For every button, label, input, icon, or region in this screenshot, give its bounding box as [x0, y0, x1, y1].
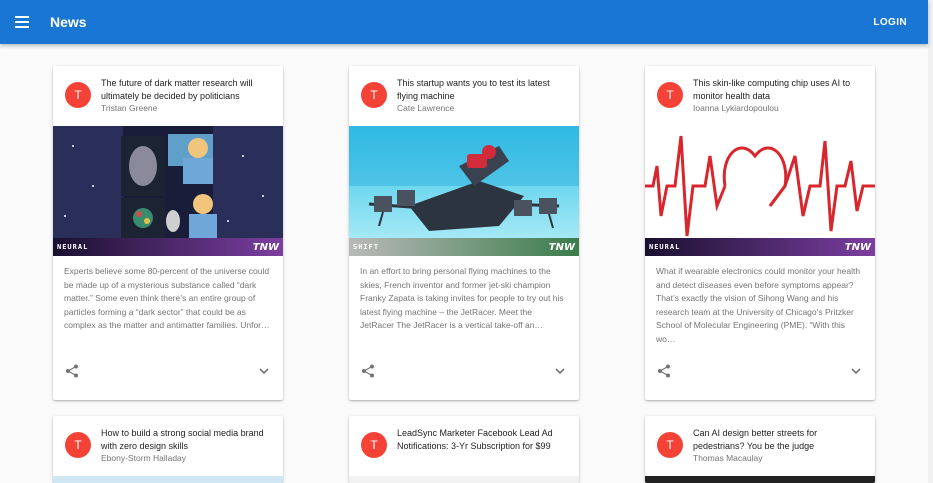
dark-matter-image	[53, 126, 283, 256]
card-image[interactable]: NEURAL TNW	[645, 126, 875, 256]
menu-icon	[15, 16, 29, 28]
app-title: News	[50, 14, 87, 30]
brand-bar: SHIFT TNW	[349, 238, 579, 256]
avatar: T	[361, 432, 387, 458]
heartbeat-image	[645, 126, 875, 256]
share-icon[interactable]	[361, 364, 375, 378]
card-excerpt: What if wearable electronics could monit…	[656, 266, 861, 344]
tnw-logo: TNW	[844, 241, 871, 253]
card-author: Cate Lawrence	[397, 103, 455, 113]
card-image[interactable]: SHIFT TNW	[349, 126, 579, 256]
card-header: T How to build a strong social media bra…	[53, 416, 283, 476]
news-card[interactable]: T Can AI design better streets for pedes…	[645, 416, 875, 483]
card-title[interactable]: LeadSync Marketer Facebook Lead Ad Notif…	[397, 427, 573, 453]
card-title[interactable]: How to build a strong social media brand…	[101, 427, 277, 453]
login-button[interactable]: LOGIN	[873, 17, 907, 28]
menu-button[interactable]	[0, 0, 44, 44]
card-header: T Can AI design better streets for pedes…	[645, 416, 875, 476]
chevron-down-icon[interactable]	[553, 364, 567, 378]
avatar: T	[65, 432, 91, 458]
card-author: Tristan Greene	[101, 103, 158, 113]
brand-left: SHIFT	[353, 243, 380, 251]
brand-left: NEURAL	[57, 243, 89, 251]
avatar: T	[657, 82, 683, 108]
share-icon[interactable]	[657, 364, 671, 378]
card-author: Ioanna Lykiardopoulou	[693, 103, 779, 113]
card-author: Thomas Macaulay	[693, 453, 763, 463]
card-image[interactable]	[53, 476, 283, 483]
news-card[interactable]: T This startup wants you to test its lat…	[349, 66, 579, 400]
card-actions	[349, 356, 579, 388]
tnw-logo: TNW	[548, 241, 575, 253]
news-card[interactable]: T How to build a strong social media bra…	[53, 416, 283, 483]
card-excerpt: In an effort to bring personal flying ma…	[360, 266, 564, 331]
news-card[interactable]: T This skin-like computing chip uses AI …	[645, 66, 875, 400]
card-title[interactable]: Can AI design better streets for pedestr…	[693, 427, 869, 453]
card-author: Ebony-Storm Halladay	[101, 453, 187, 463]
chevron-down-icon[interactable]	[849, 364, 863, 378]
card-image[interactable]: NEURAL TNW	[53, 126, 283, 256]
card-title[interactable]: This startup wants you to test its lates…	[397, 77, 573, 103]
card-image[interactable]	[349, 476, 579, 483]
card-header: T LeadSync Marketer Facebook Lead Ad Not…	[349, 416, 579, 476]
brand-bar: NEURAL TNW	[645, 238, 875, 256]
card-title[interactable]: The future of dark matter research will …	[101, 77, 277, 103]
brand-bar: NEURAL TNW	[53, 238, 283, 256]
avatar: T	[65, 82, 91, 108]
news-card[interactable]: T LeadSync Marketer Facebook Lead Ad Not…	[349, 416, 579, 483]
card-excerpt: Experts believe some 80-percent of the u…	[64, 266, 270, 331]
scrollbar[interactable]	[928, 0, 933, 483]
card-header: T This skin-like computing chip uses AI …	[645, 66, 875, 126]
avatar: T	[361, 82, 387, 108]
card-actions	[645, 356, 875, 388]
jetracer-image	[349, 126, 579, 256]
avatar: T	[657, 432, 683, 458]
card-header: T This startup wants you to test its lat…	[349, 66, 579, 126]
app-bar: News LOGIN	[0, 0, 928, 44]
tnw-logo: TNW	[252, 241, 279, 253]
card-actions	[53, 356, 283, 388]
card-header: T The future of dark matter research wil…	[53, 66, 283, 126]
brand-left: NEURAL	[649, 243, 681, 251]
share-icon[interactable]	[65, 364, 79, 378]
chevron-down-icon[interactable]	[257, 364, 271, 378]
news-card[interactable]: T The future of dark matter research wil…	[53, 66, 283, 400]
card-image[interactable]	[645, 476, 875, 483]
card-title[interactable]: This skin-like computing chip uses AI to…	[693, 77, 869, 103]
